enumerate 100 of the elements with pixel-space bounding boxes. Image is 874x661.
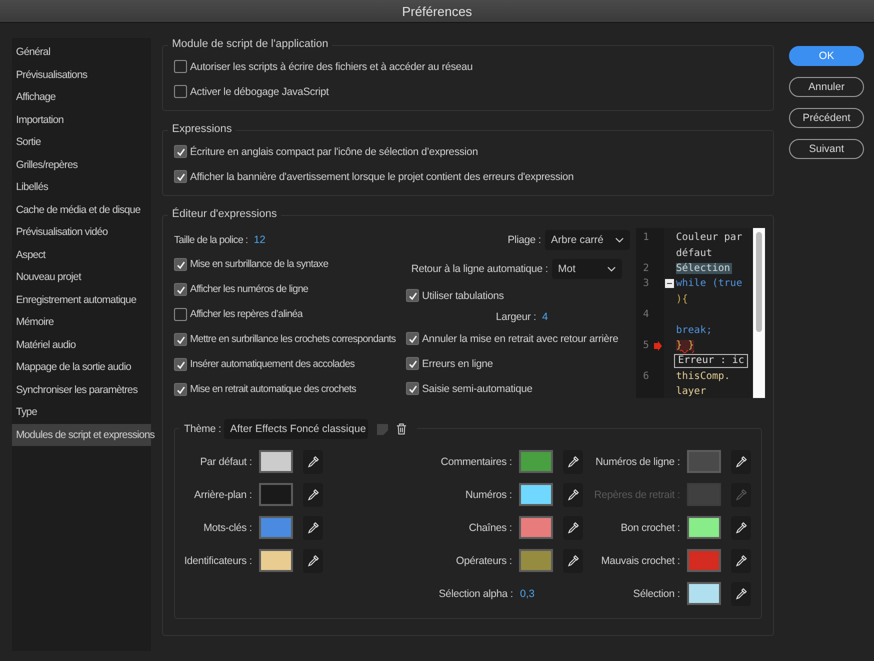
- color-swatch[interactable]: [259, 450, 293, 473]
- code-text: Couleur par: [676, 232, 742, 244]
- line-number: 1: [643, 232, 650, 244]
- eyedropper-button[interactable]: [563, 516, 583, 540]
- sidebar-item[interactable]: Prévisualisation vidéo: [12, 221, 151, 244]
- section-title: Éditeur d'expressions: [168, 208, 281, 220]
- color-label: Identificateurs :: [183, 554, 252, 566]
- eyedropper-icon: [566, 455, 580, 468]
- line-number: 6: [643, 370, 650, 382]
- eyedropper-icon: [306, 521, 320, 534]
- eyedropper-button[interactable]: [731, 516, 751, 540]
- dialog-button[interactable]: Suivant: [789, 139, 864, 159]
- sidebar-item[interactable]: Libellés: [12, 176, 151, 198]
- color-label: Numéros :: [464, 488, 512, 500]
- color-swatch[interactable]: [687, 549, 721, 572]
- checkbox[interactable]: [174, 145, 187, 158]
- color-swatch[interactable]: [259, 549, 293, 572]
- checkbox[interactable]: [174, 283, 187, 296]
- fold-toggle[interactable]: [665, 279, 674, 288]
- checkbox[interactable]: [174, 60, 187, 73]
- checkbox[interactable]: [406, 332, 419, 345]
- dropdown[interactable]: Mot: [552, 258, 622, 278]
- sidebar-item[interactable]: Nouveau projet: [12, 266, 151, 288]
- line-number: 2: [643, 262, 650, 274]
- eyedropper-button[interactable]: [303, 482, 323, 506]
- checkbox-label: Annuler la mise en retrait avec retour arrière: [422, 332, 618, 344]
- checkbox[interactable]: [406, 289, 419, 302]
- sidebar-item[interactable]: Prévisualisations: [12, 64, 151, 86]
- code-text: } }: [676, 340, 694, 351]
- checkbox[interactable]: [174, 358, 187, 371]
- sidebar-item[interactable]: Importation: [12, 108, 151, 131]
- color-label: Sélection :: [632, 588, 680, 600]
- value-text[interactable]: 4: [542, 311, 548, 323]
- color-label: Commentaires :: [440, 456, 512, 468]
- sidebar-item[interactable]: Affichage: [12, 86, 151, 108]
- trash-icon[interactable]: [396, 423, 408, 435]
- checkbox[interactable]: [174, 85, 187, 98]
- checkbox[interactable]: [174, 383, 187, 396]
- checkbox-label: Mise en surbrillance de la syntaxe: [190, 259, 328, 270]
- eyedropper-button[interactable]: [303, 450, 323, 474]
- sidebar-item[interactable]: Général: [12, 41, 151, 64]
- code-text: ){: [676, 294, 688, 305]
- color-swatch[interactable]: [519, 516, 553, 539]
- sidebar-item[interactable]: Mémoire: [12, 311, 151, 334]
- checkbox[interactable]: [406, 357, 419, 370]
- eyedropper-button[interactable]: [303, 516, 323, 540]
- scrollbar[interactable]: [753, 228, 765, 398]
- color-swatch[interactable]: [687, 582, 721, 605]
- eyedropper-icon: [734, 554, 748, 567]
- sidebar-item[interactable]: Sortie: [12, 131, 151, 154]
- sidebar-item[interactable]: Cache de média et de disque: [12, 198, 151, 221]
- sidebar-item[interactable]: Mappage de la sortie audio: [12, 356, 151, 378]
- checkbox[interactable]: [174, 308, 187, 321]
- eyedropper-icon: [306, 554, 320, 567]
- eyedropper-button[interactable]: [731, 450, 751, 474]
- color-swatch[interactable]: [687, 450, 721, 473]
- color-swatch[interactable]: [687, 516, 721, 539]
- field-label: Pliage :: [508, 234, 541, 246]
- section-title: Module de script de l'application: [168, 38, 332, 50]
- checkbox[interactable]: [174, 333, 187, 346]
- code-text: while (true: [676, 278, 742, 290]
- eyedropper-button[interactable]: [303, 548, 323, 572]
- checkbox-label: Mise en retrait automatique des crochets: [190, 384, 356, 395]
- checkbox[interactable]: [174, 170, 187, 183]
- dropdown[interactable]: Arbre carré: [545, 230, 630, 250]
- sidebar-item[interactable]: Grilles/repères: [12, 154, 151, 176]
- eyedropper-button[interactable]: [731, 548, 751, 572]
- eyedropper-button[interactable]: [731, 582, 751, 606]
- error-tooltip: Erreur : ic: [674, 354, 748, 368]
- color-swatch[interactable]: [519, 549, 553, 572]
- dialog-button[interactable]: Annuler: [789, 77, 864, 97]
- sidebar-item[interactable]: Synchroniser les paramètres: [12, 378, 151, 401]
- sidebar-item[interactable]: Enregistrement automatique: [12, 288, 151, 311]
- sidebar-item[interactable]: Aspect: [12, 244, 151, 266]
- eyedropper-icon: [734, 455, 748, 468]
- sidebar-item[interactable]: Type: [12, 401, 151, 424]
- checkbox-label: Autoriser les scripts à écrire des fichiers et à accéder au réseau: [190, 60, 473, 72]
- field-label: Sélection alpha :: [438, 588, 513, 600]
- value-text[interactable]: 12: [254, 234, 266, 246]
- code-text: Sélection: [676, 262, 732, 274]
- checkbox[interactable]: [406, 382, 419, 395]
- field-label: Taille de la police :: [174, 234, 248, 246]
- color-swatch[interactable]: [259, 516, 293, 539]
- eyedropper-icon: [566, 554, 580, 567]
- eyedropper-button[interactable]: [563, 548, 583, 572]
- value-text[interactable]: 0,3: [520, 588, 583, 600]
- dropdown[interactable]: After Effects Foncé classique: [224, 419, 368, 439]
- field-label: Thème :: [184, 423, 222, 435]
- color-label: Par défaut :: [199, 456, 252, 468]
- eyedropper-button[interactable]: [563, 482, 583, 506]
- color-swatch[interactable]: [519, 450, 553, 473]
- dialog-button[interactable]: Précédent: [789, 108, 864, 128]
- sidebar-item[interactable]: Matériel audio: [12, 334, 151, 356]
- eyedropper-button[interactable]: [563, 450, 583, 474]
- eyedropper-icon: [566, 488, 580, 501]
- color-swatch[interactable]: [259, 483, 293, 506]
- color-swatch[interactable]: [519, 483, 553, 506]
- checkbox[interactable]: [174, 258, 187, 271]
- checkbox-label: Erreurs en ligne: [422, 358, 493, 370]
- color-label: Numéros de ligne :: [594, 456, 680, 468]
